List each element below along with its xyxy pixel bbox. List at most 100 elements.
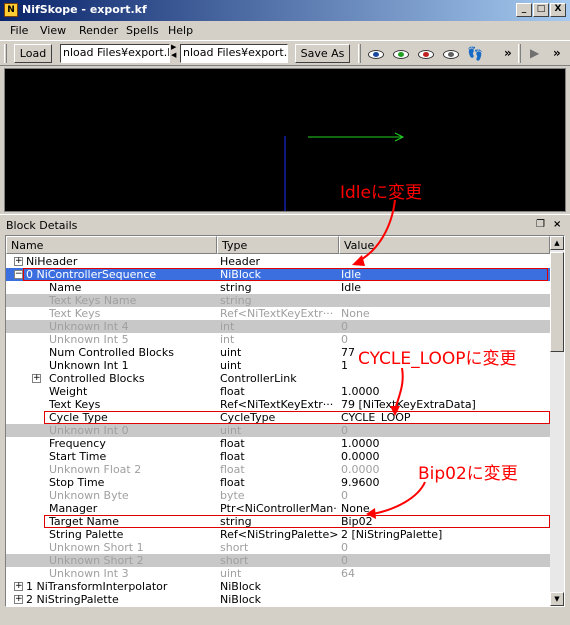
menu-render[interactable]: Render bbox=[79, 24, 118, 37]
row-name: Unknown Int 4 bbox=[49, 320, 129, 333]
scroll-down-icon[interactable]: ▼ bbox=[550, 592, 564, 606]
tree-row[interactable]: Unknown Int 0 uint 0 bbox=[6, 424, 550, 437]
row-type: NiBlock bbox=[220, 580, 262, 593]
block-details-tree[interactable]: Name Type Value + NiHeader Header −0 NiCont… bbox=[5, 235, 565, 607]
save-path-input[interactable]: nload Files¥export.kf bbox=[180, 44, 288, 63]
play-icon[interactable]: ▶ bbox=[530, 46, 539, 60]
toolbar-grip[interactable] bbox=[518, 44, 521, 63]
window-title: NifSkope - export.kf bbox=[22, 3, 147, 16]
close-button[interactable]: X bbox=[550, 3, 566, 17]
row-value: 79 [NiTextKeyExtraData] bbox=[341, 398, 476, 411]
collapse-icon[interactable]: − bbox=[14, 270, 23, 279]
row-value: 1.0000 bbox=[341, 385, 380, 398]
float-icon[interactable]: ❐ bbox=[536, 219, 545, 230]
row-name: Start Time bbox=[49, 450, 107, 463]
title-bar: N NifSkope - export.kf _ □ X bbox=[0, 0, 570, 21]
minimize-button[interactable]: _ bbox=[516, 3, 532, 17]
load-path-input[interactable]: nload Files¥export.kf bbox=[60, 44, 170, 63]
row-value: 0 bbox=[341, 424, 348, 437]
menu-spells[interactable]: Spells bbox=[126, 24, 159, 37]
vertical-scrollbar[interactable]: ▲ ▼ bbox=[550, 236, 564, 606]
annotation-bip02: Bip02に変更 bbox=[418, 464, 518, 484]
row-name: NiHeader bbox=[26, 255, 78, 268]
row-name: Unknown Int 5 bbox=[49, 333, 129, 346]
highlight-box bbox=[44, 515, 550, 528]
tree-row[interactable]: Text Keys Ref<NiTextKeyExtr··· 79 [NiTextK… bbox=[6, 398, 550, 411]
footprints-icon[interactable]: 👣 bbox=[467, 47, 483, 62]
row-name: Name bbox=[49, 281, 82, 294]
tree-row[interactable]: +2 NiStringPalette NiBlock bbox=[6, 593, 550, 606]
row-value: Idle bbox=[341, 281, 362, 294]
toolbar-overflow-icon[interactable]: » bbox=[504, 46, 512, 60]
menu-bar: File View Render Spells Help bbox=[0, 21, 570, 40]
row-value: 1.0000 bbox=[341, 437, 380, 450]
menu-view[interactable]: View bbox=[40, 24, 66, 37]
dock-close-icon[interactable]: × bbox=[553, 219, 561, 230]
toolbar-grip[interactable] bbox=[4, 44, 7, 63]
highlight-box bbox=[44, 411, 550, 424]
scroll-up-icon[interactable]: ▲ bbox=[550, 236, 564, 250]
row-name: Unknown Short 1 bbox=[49, 541, 144, 554]
tree-row[interactable]: Unknown Int 4 int 0 bbox=[6, 320, 550, 333]
row-name: Stop Time bbox=[49, 476, 105, 489]
toolbar-grip[interactable] bbox=[358, 44, 361, 63]
menu-file[interactable]: File bbox=[10, 24, 28, 37]
expand-icon[interactable]: + bbox=[14, 595, 23, 604]
tree-row[interactable]: Manager Ptr<NiControllerMan··· None bbox=[6, 502, 550, 515]
row-name: Num Controlled Blocks bbox=[49, 346, 174, 359]
save-as-button[interactable]: Save As bbox=[295, 44, 350, 63]
tree-row[interactable]: Text Keys Name string bbox=[6, 294, 550, 307]
tree-row[interactable]: +1 NiTransformInterpolator NiBlock bbox=[6, 580, 550, 593]
row-type: Ref<NiStringPalette> bbox=[220, 528, 338, 541]
row-name: String Palette bbox=[49, 528, 124, 541]
tree-row[interactable]: Frequency float 1.0000 bbox=[6, 437, 550, 450]
tree-row[interactable]: Unknown Int 3 uint 64 bbox=[6, 567, 550, 580]
menu-help[interactable]: Help bbox=[168, 24, 193, 37]
row-name: Unknown Int 3 bbox=[49, 567, 129, 580]
row-type: Ptr<NiControllerMan··· bbox=[220, 502, 338, 515]
render-viewport[interactable] bbox=[4, 68, 566, 212]
row-name: Unknown Float 2 bbox=[49, 463, 142, 476]
column-value[interactable]: Value bbox=[339, 236, 550, 254]
toolbar-overflow-icon[interactable]: » bbox=[553, 46, 561, 60]
highlight-box bbox=[23, 268, 548, 281]
row-value: 0 bbox=[341, 554, 348, 567]
status-bar bbox=[0, 609, 570, 625]
expand-icon[interactable]: + bbox=[32, 374, 41, 383]
eye-green-icon[interactable] bbox=[393, 50, 409, 59]
tree-row[interactable]: Unknown Byte byte 0 bbox=[6, 489, 550, 502]
column-type[interactable]: Type bbox=[217, 236, 339, 254]
tree-row[interactable]: String Palette Ref<NiStringPalette> 2 [NiS… bbox=[6, 528, 550, 541]
expand-icon[interactable]: + bbox=[14, 257, 23, 266]
eye-gray-icon[interactable] bbox=[443, 50, 459, 59]
row-name: Text Keys bbox=[49, 307, 101, 320]
row-type: float bbox=[220, 450, 245, 463]
tree-row[interactable]: Name string Idle bbox=[6, 281, 550, 294]
toolbar: Load nload Files¥export.kf ▶ ◀ nload File… bbox=[0, 40, 570, 66]
row-type: uint bbox=[220, 346, 242, 359]
tree-row[interactable]: Unknown Short 1 short 0 bbox=[6, 541, 550, 554]
column-name[interactable]: Name bbox=[6, 236, 217, 254]
eye-blue-icon[interactable] bbox=[368, 50, 384, 59]
row-type: int bbox=[220, 333, 235, 346]
tree-row[interactable]: Unknown Short 2 short 0 bbox=[6, 554, 550, 567]
block-details-title: Block Details bbox=[6, 219, 78, 232]
row-name: 1 NiTransformInterpolator bbox=[26, 580, 168, 593]
row-value: 0 bbox=[341, 489, 348, 502]
tree-row[interactable]: + NiHeader Header bbox=[6, 255, 550, 268]
row-name: Unknown Byte bbox=[49, 489, 129, 502]
row-type: ControllerLink bbox=[220, 372, 297, 385]
maximize-button[interactable]: □ bbox=[533, 3, 549, 17]
tree-row[interactable]: Weight float 1.0000 bbox=[6, 385, 550, 398]
expand-icon[interactable]: + bbox=[14, 582, 23, 591]
load-button[interactable]: Load bbox=[14, 44, 52, 63]
row-value: None bbox=[341, 307, 370, 320]
tree-row[interactable]: Text Keys Ref<NiTextKeyExtr··· None bbox=[6, 307, 550, 320]
app-icon: N bbox=[4, 3, 18, 17]
eye-red-icon[interactable] bbox=[418, 50, 434, 59]
scroll-thumb[interactable] bbox=[550, 252, 564, 352]
row-value: 0 bbox=[341, 320, 348, 333]
tree-row[interactable]: + Controlled Blocks ControllerLink bbox=[6, 372, 550, 385]
row-name: Controlled Blocks bbox=[49, 372, 145, 385]
annotation-idle: Idleに変更 bbox=[340, 183, 422, 203]
